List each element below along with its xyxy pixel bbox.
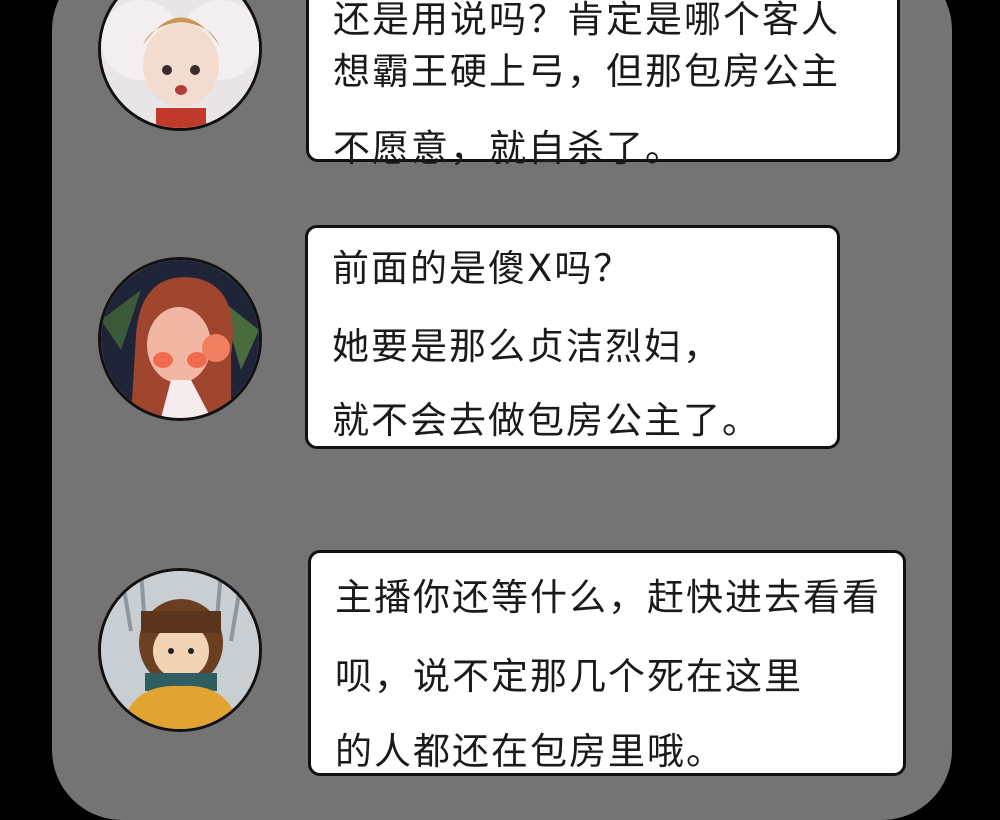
message-line: 主播你还等什么，赶快进去看看 [335, 576, 881, 619]
message-bubble: 前面的是傻X吗？ 她要是那么贞洁烈妇， 就不会去做包房公主了。 [305, 225, 840, 449]
message-line: 还是用说吗？肯定是哪个客人 [333, 0, 840, 41]
message-line: 前面的是傻X吗？ [332, 247, 633, 290]
message-line: 不愿意，就自杀了。 [333, 127, 684, 170]
message-line: 的人都还在包房里哦。 [335, 730, 725, 773]
avatar-antler-scarf-icon[interactable] [98, 568, 262, 732]
message-line: 她要是那么贞洁烈妇， [332, 325, 722, 368]
message-line: 想霸王硬上弓，但那包房公主 [333, 50, 840, 93]
message-bubble: 主播你还等什么，赶快进去看看 呗，说不定那几个死在这里 的人都还在包房里哦。 [308, 550, 906, 776]
message-bubble: 还是用说吗？肯定是哪个客人 想霸王硬上弓，但那包房公主 不愿意，就自杀了。 [306, 0, 900, 170]
message-line: 就不会去做包房公主了。 [332, 399, 761, 442]
avatar-red-hair-woman-icon[interactable] [98, 257, 262, 421]
message-line: 呗，说不定那几个死在这里 [335, 655, 803, 698]
